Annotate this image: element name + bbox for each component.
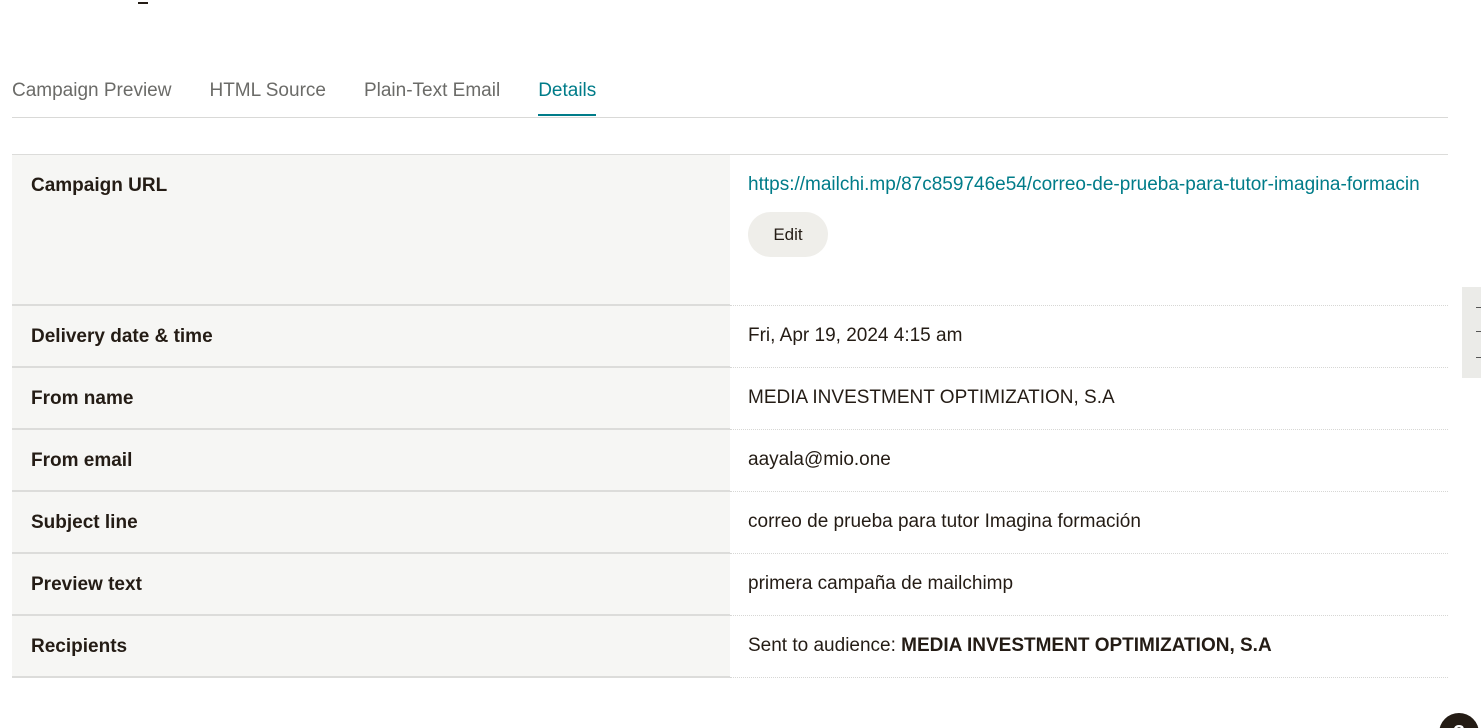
tab-campaign-preview[interactable]: Campaign Preview (12, 76, 171, 112)
delivery-value: Fri, Apr 19, 2024 4:15 am (730, 306, 1448, 368)
campaign-url-link[interactable]: https://mailchi.mp/87c859746e54/correo-d… (748, 170, 1434, 199)
details-table: Campaign URL https://mailchi.mp/87c85974… (12, 154, 1448, 678)
side-tab-mark (1476, 307, 1481, 308)
tab-bar: Campaign Preview HTML Source Plain-Text … (12, 76, 1448, 118)
detail-row-recipients: Recipients Sent to audience: MEDIA INVES… (12, 616, 1448, 678)
campaign-url-value: https://mailchi.mp/87c859746e54/correo-d… (730, 155, 1448, 306)
from-name-value: MEDIA INVESTMENT OPTIMIZATION, S.A (730, 368, 1448, 430)
help-button[interactable]: ? (1439, 713, 1479, 728)
detail-row-from-email: From email aayala@mio.one (12, 430, 1448, 492)
side-tab-mark (1476, 331, 1481, 332)
detail-row-subject: Subject line correo de prueba para tutor… (12, 492, 1448, 554)
edit-url-button[interactable]: Edit (748, 212, 828, 257)
recipients-value: Sent to audience: MEDIA INVESTMENT OPTIM… (730, 616, 1448, 678)
detail-row-delivery: Delivery date & time Fri, Apr 19, 2024 4… (12, 306, 1448, 368)
campaign-report-page: Campaign Preview HTML Source Plain-Text … (0, 0, 1481, 728)
tab-plain-text-email[interactable]: Plain-Text Email (364, 76, 500, 112)
tab-details[interactable]: Details (538, 76, 597, 116)
preview-text-label: Preview text (12, 554, 730, 616)
recipients-audience: MEDIA INVESTMENT OPTIMIZATION, S.A (901, 635, 1272, 656)
preview-text-value: primera campaña de mailchimp (730, 554, 1448, 616)
delivery-label: Delivery date & time (12, 306, 730, 368)
from-name-label: From name (12, 368, 730, 430)
feedback-side-tab[interactable] (1462, 287, 1481, 378)
from-email-value: aayala@mio.one (730, 430, 1448, 492)
detail-row-campaign-url: Campaign URL https://mailchi.mp/87c85974… (12, 155, 1448, 306)
campaign-url-label: Campaign URL (12, 155, 730, 306)
tab-html-source[interactable]: HTML Source (209, 76, 326, 112)
side-tab-mark (1476, 357, 1481, 358)
from-email-label: From email (12, 430, 730, 492)
subject-label: Subject line (12, 492, 730, 554)
heading-fragment (138, 0, 148, 4)
detail-row-from-name: From name MEDIA INVESTMENT OPTIMIZATION,… (12, 368, 1448, 430)
recipients-label: Recipients (12, 616, 730, 678)
recipients-prefix: Sent to audience: (748, 635, 902, 656)
subject-value: correo de prueba para tutor Imagina form… (730, 492, 1448, 554)
detail-row-preview-text: Preview text primera campaña de mailchim… (12, 554, 1448, 616)
